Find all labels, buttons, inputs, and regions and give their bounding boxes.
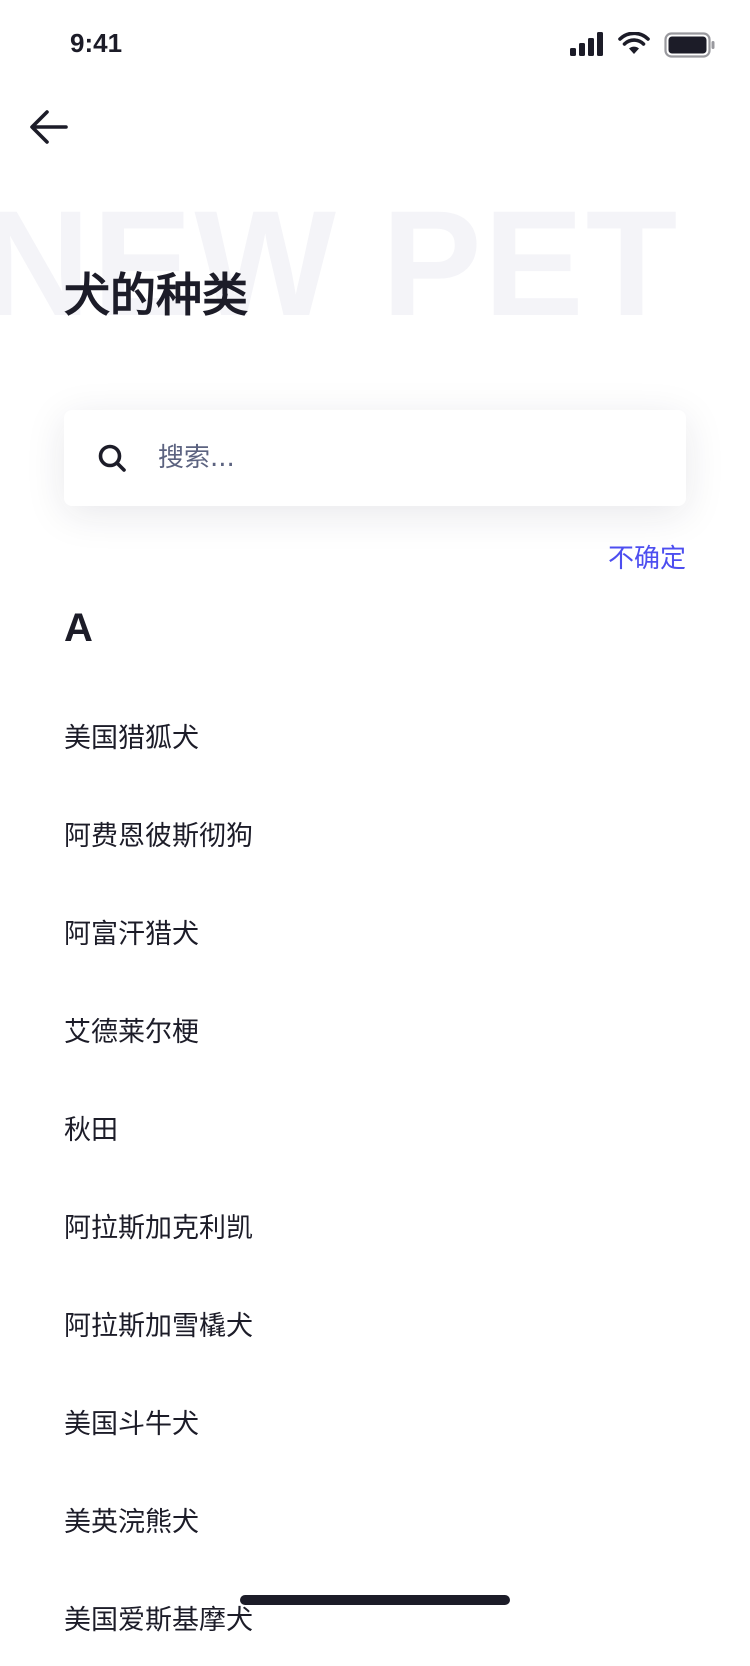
signal-icon xyxy=(570,32,603,56)
not-sure-link[interactable]: 不确定 xyxy=(608,538,686,575)
list-item[interactable]: 阿费恩彼斯彻狗 xyxy=(0,784,750,882)
search-box[interactable] xyxy=(64,410,686,506)
battery-icon xyxy=(664,32,715,58)
list-item[interactable]: 艾德莱尔梗 xyxy=(0,980,750,1078)
list-item[interactable]: 阿拉斯加克利凯 xyxy=(0,1176,750,1274)
breed-list: 美国猎狐犬 阿费恩彼斯彻狗 阿富汗猎犬 艾德莱尔梗 秋田 阿拉斯加克利凯 阿拉斯… xyxy=(0,686,750,1666)
home-indicator[interactable] xyxy=(240,1595,510,1605)
search-icon xyxy=(96,442,128,474)
wifi-icon xyxy=(618,32,650,54)
arrow-left-icon xyxy=(30,110,68,144)
list-item[interactable]: 美国爱斯基摩犬 xyxy=(0,1568,750,1666)
page-title: 犬的种类 xyxy=(64,268,248,322)
list-item[interactable]: 美国斗牛犬 xyxy=(0,1372,750,1470)
list-item[interactable]: 美英浣熊犬 xyxy=(0,1470,750,1568)
section-letter: A xyxy=(64,606,93,650)
back-button[interactable] xyxy=(26,104,72,150)
search-input[interactable] xyxy=(156,442,640,474)
status-icons xyxy=(570,32,720,58)
list-item[interactable]: 阿富汗猎犬 xyxy=(0,882,750,980)
list-item[interactable]: 阿拉斯加雪橇犬 xyxy=(0,1274,750,1372)
list-item[interactable]: 美国猎狐犬 xyxy=(0,686,750,784)
status-time: 9:41 xyxy=(70,28,123,58)
status-bar: 9:41 xyxy=(0,0,750,90)
list-item[interactable]: 秋田 xyxy=(0,1078,750,1176)
